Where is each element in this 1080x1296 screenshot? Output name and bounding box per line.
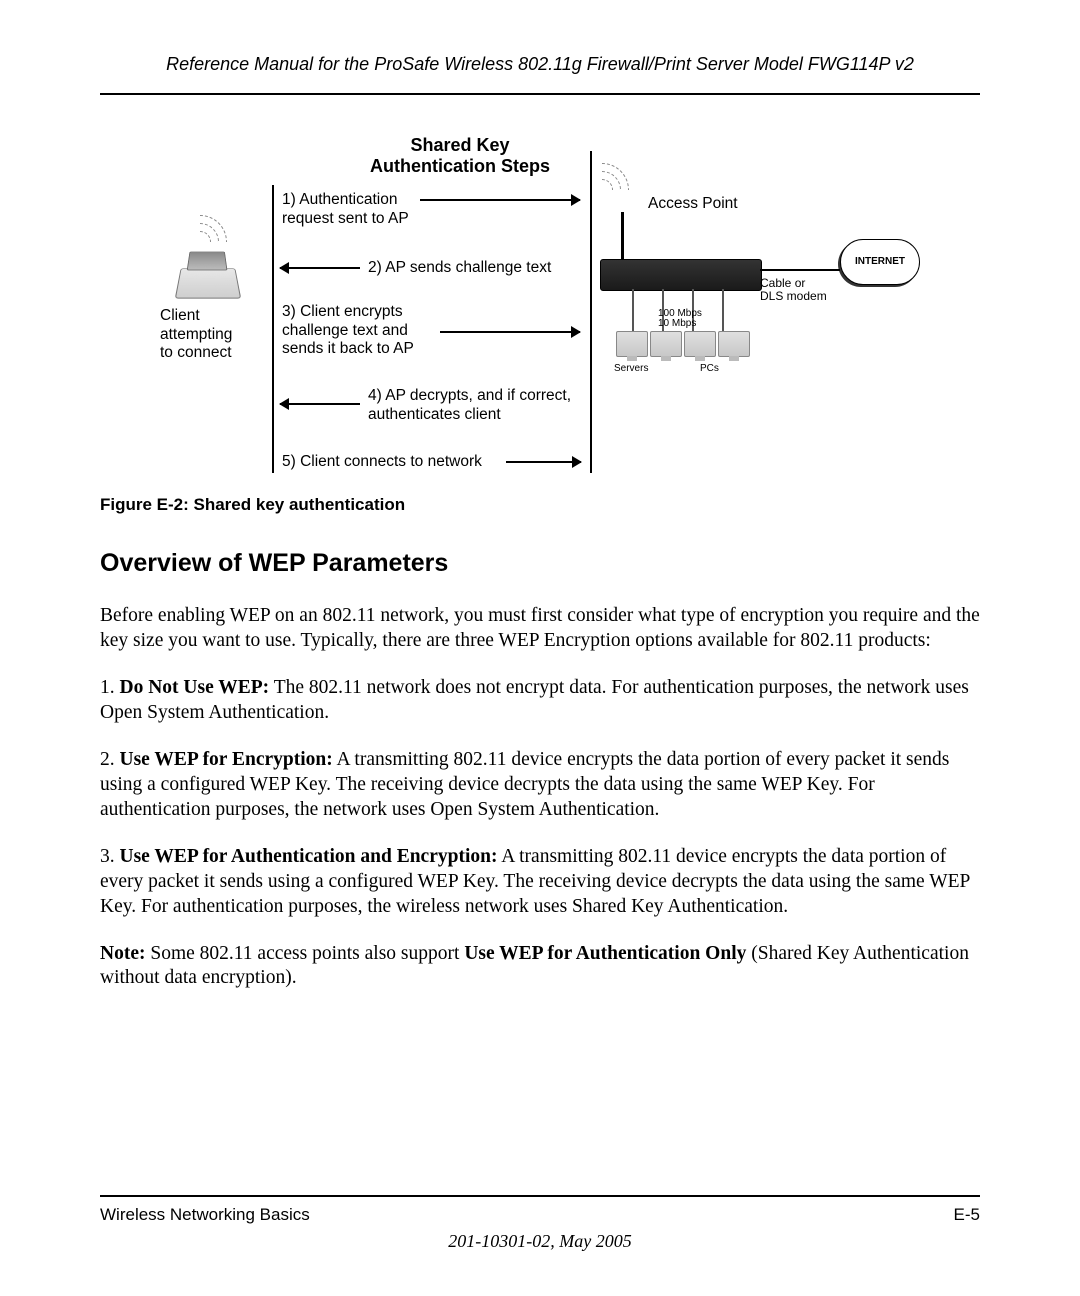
figure-divider-left xyxy=(272,185,274,473)
option-1: 1. Do Not Use WEP: The 802.11 network do… xyxy=(100,676,980,726)
option-2-bold: Use WEP for Encryption: xyxy=(120,749,333,770)
pc-icon xyxy=(718,331,750,357)
access-point-label: Access Point xyxy=(648,195,738,214)
figure-title-line1: Shared Key xyxy=(410,135,509,155)
internet-label: INTERNET xyxy=(841,256,919,267)
note-paragraph: Note: Some 802.11 access points also sup… xyxy=(100,942,980,992)
router-icon xyxy=(600,259,762,291)
footer-doc-id: 201-10301-02, May 2005 xyxy=(100,1231,980,1252)
option-3-bold: Use WEP for Authentication and Encryptio… xyxy=(120,846,498,867)
wifi-waves-icon xyxy=(602,159,642,189)
arrow-left-icon xyxy=(280,403,360,405)
figure-shared-key-auth: Shared Key Authentication Steps Client a… xyxy=(160,131,920,481)
servers-label: Servers xyxy=(614,363,648,374)
footer-rule xyxy=(100,1195,980,1197)
option-2: 2. Use WEP for Encryption: A transmittin… xyxy=(100,748,980,823)
figure-title-line2: Authentication Steps xyxy=(370,156,550,176)
note-mid: Some 802.11 access points also support xyxy=(145,943,464,964)
wifi-waves-icon xyxy=(200,211,240,241)
figure-caption: Figure E-2: Shared key authentication xyxy=(100,495,980,515)
arrow-right-icon xyxy=(506,461,581,463)
laptop-icon xyxy=(175,268,241,298)
figure-title: Shared Key Authentication Steps xyxy=(370,135,550,176)
server-icon xyxy=(616,331,648,357)
cloud-icon: INTERNET xyxy=(840,239,920,285)
step5-text: 5) Client connects to network xyxy=(282,453,482,472)
pc-icon xyxy=(684,331,716,357)
step2-text: 2) AP sends challenge text xyxy=(368,259,551,278)
page-footer: Wireless Networking Basics E-5 201-10301… xyxy=(100,1195,980,1252)
step3-text: 3) Client encrypts challenge text and se… xyxy=(282,303,414,359)
note-bold: Note: xyxy=(100,943,145,964)
server-icon xyxy=(650,331,682,357)
arrow-right-icon xyxy=(440,331,580,333)
option-1-bold: Do Not Use WEP: xyxy=(120,677,270,698)
step4-text: 4) AP decrypts, and if correct, authenti… xyxy=(368,387,571,424)
figure-divider-right xyxy=(590,151,592,473)
note-bold2: Use WEP for Authentication Only xyxy=(464,943,746,964)
option-3: 3. Use WEP for Authentication and Encryp… xyxy=(100,845,980,920)
speed-label: 100 Mbps 10 Mbps xyxy=(658,309,702,329)
cable-line xyxy=(760,269,840,271)
arrow-left-icon xyxy=(280,267,360,269)
cable-modem-label: Cable or DLS modem xyxy=(760,277,827,303)
section-heading: Overview of WEP Parameters xyxy=(100,549,980,578)
pcs-label: PCs xyxy=(700,363,719,374)
footer-page-number: E-5 xyxy=(954,1205,980,1225)
footer-section-name: Wireless Networking Basics xyxy=(100,1205,310,1225)
client-label: Client attempting to connect xyxy=(160,307,232,363)
intro-paragraph: Before enabling WEP on an 802.11 network… xyxy=(100,604,980,654)
running-header: Reference Manual for the ProSafe Wireles… xyxy=(100,54,980,95)
step1-text: 1) Authentication request sent to AP xyxy=(282,191,409,228)
arrow-right-icon xyxy=(420,199,580,201)
